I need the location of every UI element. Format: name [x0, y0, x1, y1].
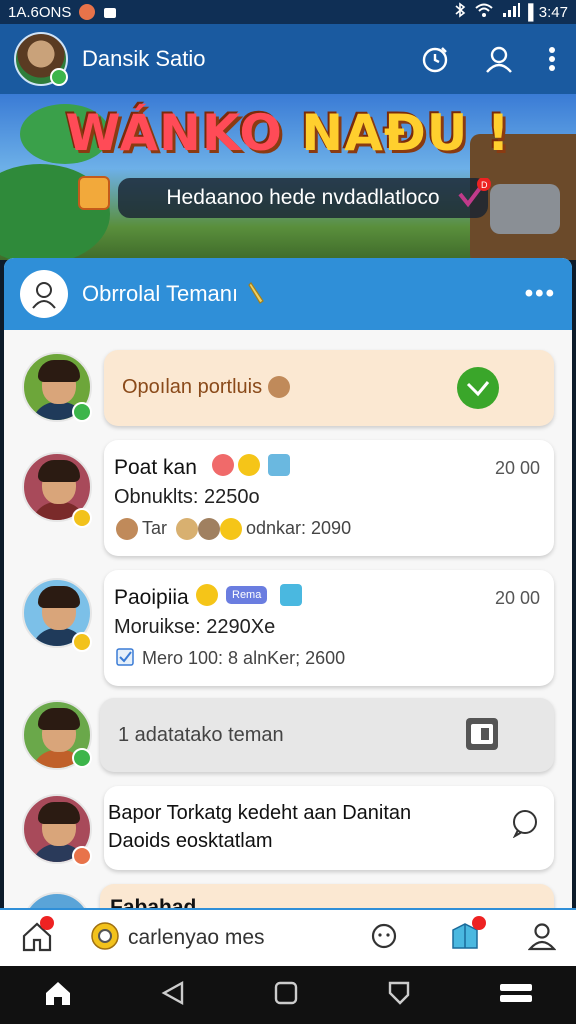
message-bubble[interactable]: Paoipiia Rema 20 00 Moruikse: 2290Xe Mer… — [104, 570, 554, 686]
profile-icon[interactable] — [484, 44, 514, 74]
add-friends-bubble[interactable]: 1 adatatako teman — [100, 698, 554, 772]
message-line: Obnuklts: 2250о — [114, 486, 260, 508]
chat-card-header: Obrrolal Temanı ••• — [4, 258, 572, 330]
more-vertical-icon[interactable] — [548, 46, 556, 72]
contact-card-icon[interactable] — [464, 716, 500, 757]
app-notification-icon — [103, 5, 117, 19]
user-outline-icon — [20, 270, 68, 318]
smile-emoji-icon — [220, 518, 242, 540]
store-icon[interactable] — [450, 915, 486, 957]
svg-text:D: D — [481, 180, 488, 190]
online-status-icon — [72, 748, 92, 768]
system-back-icon[interactable] — [160, 979, 186, 1012]
system-home-icon[interactable] — [43, 979, 73, 1012]
banner-subtitle: Hedaanoo hede nvdadlatloco — [118, 178, 488, 218]
face-emoji-icon — [116, 518, 138, 540]
list-item[interactable]: 1 adatatako teman — [4, 698, 572, 778]
face-emoji-icon — [198, 518, 220, 540]
message-time: 20 00 — [494, 588, 540, 608]
message-prefix: Tar — [142, 518, 168, 538]
heart-notification-icon[interactable]: D — [454, 177, 494, 217]
status-bar: 1A.6ОNS ▌3:47 — [0, 0, 576, 24]
timer-icon[interactable] — [420, 44, 450, 74]
smile-emoji-icon — [238, 454, 260, 476]
chat-card-title: Obrrolal Temanı — [82, 281, 239, 306]
chat-icon[interactable] — [370, 922, 398, 955]
more-horizontal-icon[interactable]: ••• — [525, 280, 556, 308]
partial-message-bubble[interactable]: Fabahad — [100, 884, 554, 908]
list-item[interactable]: Paoipiia Rema 20 00 Moruikse: 2290Xe Mer… — [4, 570, 572, 688]
message-time: 20 00 — [494, 458, 540, 478]
send-icon[interactable] — [456, 366, 500, 415]
edit-pencil-icon[interactable] — [246, 279, 268, 310]
friends-chat-card: Obrrolal Temanı ••• Opoılan portluis Poa… — [4, 258, 572, 908]
app-title: Dansik Satio — [82, 46, 206, 71]
profile-avatar[interactable] — [14, 32, 68, 86]
face-emoji-icon — [268, 376, 290, 398]
app-bar: Dansik Satio — [0, 24, 576, 94]
banner-title: WÁNKO NAÐU ! — [65, 104, 511, 162]
status-time: 1A.6ОNS — [8, 3, 72, 21]
invite-bubble[interactable]: Bapor Torkatg kedeht aan Danitan Daoids … — [104, 786, 554, 870]
online-status-icon — [50, 68, 68, 86]
emoji-status-icon — [72, 632, 92, 652]
message-line: Moruikse: 2290Xe — [114, 616, 276, 638]
list-item[interactable]: Fabahad — [4, 882, 572, 908]
home-icon[interactable] — [20, 915, 54, 957]
online-status-icon — [72, 402, 92, 422]
battery-status: ▌3:47 — [528, 3, 568, 21]
notification-status-icon — [72, 846, 92, 866]
machine-decoration — [490, 184, 560, 234]
checkbox-icon — [116, 648, 134, 671]
bluetooth-icon — [454, 2, 466, 22]
add-friends-text: 1 adatatako teman — [118, 724, 284, 746]
wifi-icon — [474, 2, 494, 22]
grin-emoji-icon — [176, 518, 198, 540]
contact-name: Fabahad — [110, 896, 197, 908]
quick-action-bubble[interactable]: Opoılan portluis — [104, 350, 554, 426]
system-recent-icon[interactable] — [386, 979, 412, 1012]
list-item[interactable]: Bapor Torkatg kedeht aan Danitan Daoids … — [4, 786, 572, 870]
invite-line-1: Bapor Torkatg kedeht aan Danitan — [108, 802, 412, 824]
message-detail: Mero 100: 8 alnKer; 2600 — [142, 648, 346, 668]
face-emoji-icon — [212, 454, 234, 476]
notification-badge — [472, 915, 486, 930]
list-item[interactable]: Poat kan 20 00 Obnuklts: 2250о Tar odnka… — [4, 440, 572, 558]
search-label[interactable]: carlenyao mes — [128, 926, 265, 950]
notification-icon — [79, 4, 96, 20]
smile-emoji-icon — [196, 584, 218, 606]
bottom-navigation: carlenyao mes — [0, 908, 576, 966]
contact-name: Paoipiia — [114, 586, 189, 609]
gift-emoji-icon — [280, 584, 302, 606]
profile-nav-icon[interactable] — [527, 921, 557, 956]
emoji-status-icon — [72, 508, 92, 528]
search-mascot-icon — [90, 921, 120, 956]
system-overview-icon[interactable] — [273, 980, 299, 1011]
message-bubble[interactable]: Poat kan 20 00 Obnuklts: 2250о Tar odnka… — [104, 440, 554, 556]
invite-line-2: Daoids eosktatlam — [108, 830, 273, 852]
system-menu-icon[interactable] — [499, 982, 533, 1009]
gift-emoji-icon — [268, 454, 290, 476]
notification-badge — [40, 915, 54, 930]
chat-bubble-icon[interactable] — [510, 808, 540, 843]
reward-tag: Rema — [226, 586, 268, 604]
gift-icon[interactable] — [78, 176, 110, 210]
contact-name: Poat kan — [114, 456, 197, 479]
message-detail: odnkar: 2090 — [246, 518, 352, 538]
system-navigation-bar — [0, 966, 576, 1024]
list-item[interactable]: Opoılan portluis — [4, 348, 572, 428]
quick-action-text: Opoılan portluis — [122, 376, 263, 398]
avatar — [22, 892, 92, 908]
signal-icon — [502, 2, 521, 22]
